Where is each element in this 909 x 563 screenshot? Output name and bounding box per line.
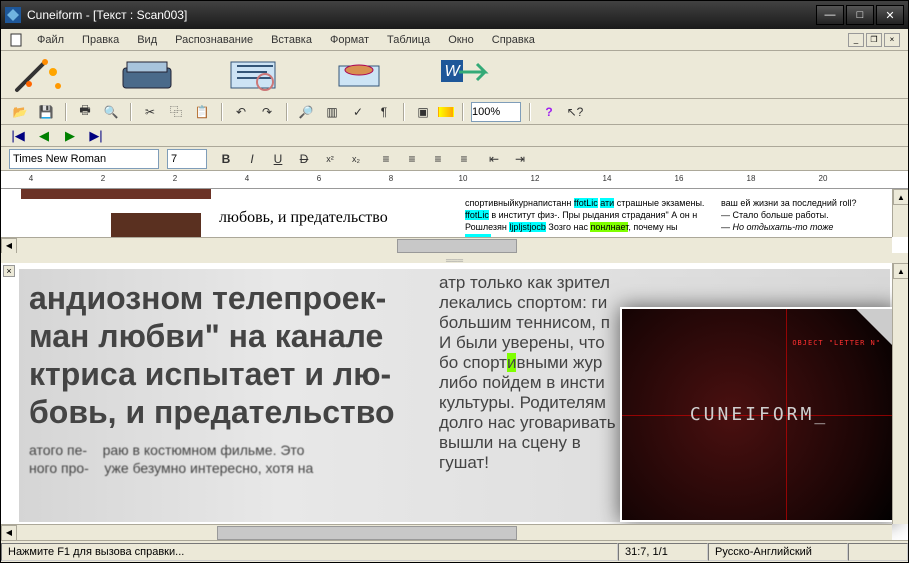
align-right-button[interactable]: ≡: [427, 148, 449, 170]
undo-button[interactable]: ↶: [230, 101, 252, 123]
align-center-button[interactable]: ≡: [401, 148, 423, 170]
minimize-button[interactable]: —: [816, 5, 844, 25]
bold-button[interactable]: B: [215, 148, 237, 170]
heading-text: любовь, и предательство: [219, 209, 388, 227]
find-button[interactable]: 🔎: [295, 101, 317, 123]
fullscreen-button[interactable]: ▣: [412, 101, 434, 123]
close-button[interactable]: ✕: [876, 5, 904, 25]
outdent-button[interactable]: ⇤: [483, 148, 505, 170]
ruler[interactable]: 422468101214161820: [1, 171, 908, 189]
image-pane-vscroll[interactable]: ▲: [892, 263, 908, 524]
paste-button[interactable]: 📋: [191, 101, 213, 123]
hl-3: ljpljstjocb: [509, 222, 546, 232]
zoom-input[interactable]: [471, 102, 521, 122]
wizard-button[interactable]: [13, 56, 69, 94]
highlight-button[interactable]: [438, 107, 454, 117]
pane-close-button[interactable]: ×: [3, 265, 15, 277]
strike-button[interactable]: D: [293, 148, 315, 170]
export-word-button[interactable]: W: [437, 56, 493, 94]
last-button[interactable]: ▶|: [87, 128, 105, 144]
hl-2: ffotLic: [465, 210, 489, 220]
preview-button[interactable]: 🔍: [100, 101, 122, 123]
nav-toolbar: |◀ ◀ ▶ ▶|: [1, 125, 908, 147]
first-button[interactable]: |◀: [9, 128, 27, 144]
italic-button[interactable]: I: [241, 148, 263, 170]
underline-button[interactable]: U: [267, 148, 289, 170]
window-controls: — □ ✕: [816, 5, 904, 25]
menu-insert[interactable]: Вставка: [263, 32, 320, 48]
titlebar[interactable]: Cuneiform - [Текст : Scan003] — □ ✕: [1, 1, 908, 29]
text-pane-hscroll[interactable]: ◀: [1, 237, 892, 253]
format-toolbar: B I U D x² x₂ ≡ ≡ ≡ ≡ ⇤ ⇥: [1, 147, 908, 171]
image-pane-hscroll[interactable]: ◀: [1, 524, 892, 540]
overlay-brand: CUNEIFORM_: [690, 404, 828, 425]
recognize-button[interactable]: [331, 56, 387, 94]
text-pane[interactable]: любовь, и предательство спортивныйкурнап…: [1, 189, 908, 257]
svg-text:W: W: [444, 63, 461, 80]
context-help-button[interactable]: ↖?: [564, 101, 586, 123]
menu-view[interactable]: Вид: [129, 32, 165, 48]
superscript-button[interactable]: x²: [319, 148, 341, 170]
spellcheck-button[interactable]: ✓: [347, 101, 369, 123]
menu-file[interactable]: Файл: [29, 32, 72, 48]
content-area: любовь, и предательство спортивныйкурнап…: [1, 189, 908, 540]
main-window: Cuneiform - [Текст : Scan003] — □ ✕ Файл…: [0, 0, 909, 563]
menu-recognition[interactable]: Распознавание: [167, 32, 261, 48]
menu-help[interactable]: Справка: [484, 32, 543, 48]
status-pos: 31:7, 1/1: [618, 543, 708, 561]
status-help: Нажмите F1 для вызова справки...: [1, 543, 618, 561]
maximize-button[interactable]: □: [846, 5, 874, 25]
dictionary-button[interactable]: ▥: [321, 101, 343, 123]
open-button[interactable]: 📂: [9, 101, 31, 123]
menu-edit[interactable]: Правка: [74, 32, 127, 48]
title-text: Cuneiform - [Текст : Scan003]: [27, 8, 187, 22]
doc-icon: [9, 33, 23, 47]
font-size-select[interactable]: [167, 149, 207, 169]
print-button[interactable]: 🖶: [74, 101, 96, 123]
main-toolbar: W: [1, 51, 908, 99]
pilcrow-button[interactable]: ¶: [373, 101, 395, 123]
menu-table[interactable]: Таблица: [379, 32, 438, 48]
mdi-minimize-button[interactable]: _: [848, 33, 864, 47]
menu-format[interactable]: Формат: [322, 32, 377, 48]
subscript-button[interactable]: x₂: [345, 148, 367, 170]
hl-1: ffotLic: [574, 198, 598, 208]
status-lang: Русско-Английский: [708, 543, 848, 561]
scan-line-3: ктриса испытает и лю-: [29, 355, 395, 393]
copy-button[interactable]: ⿻: [165, 101, 187, 123]
menubar: Файл Правка Вид Распознавание Вставка Фо…: [1, 29, 908, 51]
next-button[interactable]: ▶: [61, 128, 79, 144]
prev-button[interactable]: ◀: [35, 128, 53, 144]
align-left-button[interactable]: ≡: [375, 148, 397, 170]
text-pane-vscroll[interactable]: ▲: [892, 189, 908, 237]
mdi-close-button[interactable]: ×: [884, 33, 900, 47]
font-family-select[interactable]: [9, 149, 159, 169]
statusbar: Нажмите F1 для вызова справки... 31:7, 1…: [1, 540, 908, 562]
scan-line-2: ман любви" на канале: [29, 317, 395, 355]
menu-window[interactable]: Окно: [440, 32, 482, 48]
scan-line-1: андиозном телепроек-: [29, 279, 395, 317]
scan-line-4: бовь, и предательство: [29, 393, 395, 431]
overlay-sub: OBJECT "LETTER N": [792, 339, 881, 347]
status-extra: [848, 543, 908, 561]
align-justify-button[interactable]: ≡: [453, 148, 475, 170]
cut-button[interactable]: ✂: [139, 101, 161, 123]
mdi-controls: _ ❐ ×: [848, 33, 900, 47]
indent-button[interactable]: ⇥: [509, 148, 531, 170]
help-button[interactable]: ?: [538, 101, 560, 123]
scan-button[interactable]: [119, 56, 175, 94]
save-button[interactable]: 💾: [35, 101, 57, 123]
redo-button[interactable]: ↷: [256, 101, 278, 123]
mdi-restore-button[interactable]: ❐: [866, 33, 882, 47]
hl-4: понлнает: [590, 222, 628, 232]
app-icon: [5, 7, 21, 23]
layout-button[interactable]: [225, 56, 281, 94]
image-pane[interactable]: × андиозном телепроек- ман любви" на кан…: [1, 263, 908, 540]
standard-toolbar: 📂 💾 🖶 🔍 ✂ ⿻ 📋 ↶ ↷ 🔎 ▥ ✓ ¶ ▣ ? ↖?: [1, 99, 908, 125]
splash-overlay: OBJECT "LETTER N" CUNEIFORM_: [620, 307, 898, 522]
